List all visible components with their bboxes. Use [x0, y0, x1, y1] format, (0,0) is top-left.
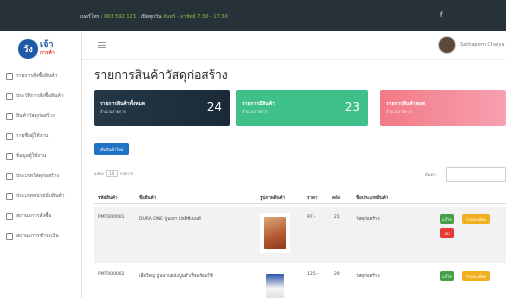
payment-icon [6, 232, 13, 240]
column-header-type[interactable]: ชื่อประเภทสินค้า [356, 194, 388, 201]
users-icon [6, 132, 13, 140]
hours-label: เปิดทุกวัน [140, 14, 162, 20]
product-name: เสือใหญ่ ปูนฉาบผนังปูนสำเร็จพร้อมใช้ [139, 274, 213, 279]
sidebar-item-label: ข้อมูลผู้ใช้งาน [16, 153, 47, 159]
sidebar-item-label: สถานะการชำระเงิน [16, 233, 59, 239]
card-subtitle: จำนวนรายการ [242, 109, 268, 114]
logo-mark: วัง [18, 39, 38, 59]
delete-button[interactable]: ลบ [440, 228, 454, 238]
sidebar-item-label: รายการสั่งซื้อสินค้า [16, 73, 58, 79]
summary-cards: รายการสินค้าทั้งหมด จำนวนรายการ 24 รายกา… [94, 90, 506, 126]
sidebar-item-label: สถานะการสั่งซื้อ [16, 213, 52, 219]
page-length-control: แสดง 10 รายการ [94, 170, 133, 177]
sidebar-item-units[interactable]: ประเภทหน่วยนับสินค้า [2, 186, 80, 206]
column-header-stock[interactable]: คลัง [332, 194, 340, 201]
product-price: 97.- [307, 215, 316, 220]
product-code: PMT000001 [98, 215, 125, 220]
phone-label: เบอร์โทร : [80, 14, 103, 20]
sidebar: วัง เจ้า การค้า รายการสั่งซื้อสินค้า ประ… [0, 31, 82, 298]
page-length-select[interactable]: 10 [105, 170, 118, 177]
user-icon [6, 152, 13, 160]
opening-hours: จันทร์ - อาทิตย์ 7:30 - 17:30 [162, 14, 228, 20]
contact-info: เบอร์โทร : 063 592 123 เปิดทุกวัน จันทร์… [80, 13, 228, 21]
sidebar-item-payment-status[interactable]: สถานะการชำระเงิน [2, 226, 80, 246]
card-title: รายการสินค้าทั้งหมด [100, 101, 146, 107]
cart-icon [6, 72, 13, 80]
product-stock: 21 [334, 215, 340, 220]
edit-button[interactable]: แก้ไข [440, 271, 454, 281]
facebook-icon[interactable]: f [440, 11, 442, 19]
product-type: วัสดุก่อสร้าง [356, 274, 380, 279]
sidebar-item-products[interactable]: สินค้าวัสดุก่อสร้าง [2, 106, 80, 126]
page-title: รายการสินค้าวัสดุก่อสร้าง [94, 68, 228, 82]
header-bar: Sathaporn Chaiya [82, 31, 506, 60]
logo[interactable]: วัง เจ้า การค้า [18, 37, 55, 61]
logo-word: เจ้า การค้า [40, 41, 55, 57]
avatar[interactable] [438, 36, 456, 54]
show-label: แสดง [94, 171, 104, 176]
column-header-image[interactable]: รูปภาพสินค้า [260, 194, 285, 201]
sidebar-item-label: ประเภทวัสดุก่อสร้าง [16, 173, 59, 179]
card-title: รายการมีสินค้า [242, 101, 275, 107]
detail-button[interactable]: รายละเอียด [462, 271, 490, 281]
table-row: PMT000002 เสือใหญ่ ปูนฉาบผนังปูนสำเร็จพร… [94, 264, 506, 298]
sidebar-menu: รายการสั่งซื้อสินค้า ประวัติการสั่งซื้อส… [2, 66, 80, 246]
sidebar-item-user-info[interactable]: ข้อมูลผู้ใช้งาน [2, 146, 80, 166]
sidebar-item-label: ประวัติการสั่งซื้อสินค้า [16, 93, 64, 99]
tools-icon [6, 112, 13, 120]
sidebar-item-order-status[interactable]: สถานะการสั่งซื้อ [2, 206, 80, 226]
card-subtitle: จำนวนรายการ [386, 109, 412, 114]
card-title: รายการสินค้าหมด [386, 101, 426, 107]
table-row: PMT000001 DURA ONE ปูนเทา ปกติซีเมนต์ 97… [94, 207, 506, 263]
category-icon [6, 172, 13, 180]
logo-sub: การค้า [40, 50, 55, 56]
plaster-bag-image [266, 274, 284, 298]
sidebar-item-label: สินค้าวัสดุก่อสร้าง [16, 113, 55, 119]
sidebar-item-label: ประเภทหน่วยนับสินค้า [16, 193, 65, 199]
table-header: รหัสสินค้า ชื่อสินค้า รูปภาพสินค้า ราคา … [94, 190, 506, 204]
card-value: 24 [206, 100, 222, 114]
product-code: PMT000002 [98, 272, 125, 277]
card-out-of-stock: รายการสินค้าหมด จำนวนรายการ [380, 90, 506, 126]
card-in-stock: รายการมีสินค้า จำนวนรายการ 23 [236, 90, 368, 126]
unit-icon [6, 192, 13, 200]
column-header-price[interactable]: ราคา [307, 194, 317, 201]
show-suffix: รายการ [119, 171, 134, 176]
detail-button[interactable]: รายละเอียด [462, 214, 490, 224]
card-subtitle: จำนวนรายการ [100, 109, 126, 114]
product-stock: 29 [334, 272, 340, 277]
phone-number: 063 592 123 [104, 14, 136, 20]
column-header-name[interactable]: ชื่อสินค้า [139, 194, 156, 201]
sidebar-item-orders[interactable]: รายการสั่งซื้อสินค้า [2, 66, 80, 86]
product-price: 125.- [307, 272, 319, 277]
sidebar-item-material-types[interactable]: ประเภทวัสดุก่อสร้าง [2, 166, 80, 186]
sidebar-item-order-history[interactable]: ประวัติการสั่งซื้อสินค้า [2, 86, 80, 106]
history-icon [6, 92, 13, 100]
search-input[interactable] [446, 167, 506, 182]
search-label: ค้นหา: [425, 172, 437, 177]
menu-toggle-icon[interactable] [98, 42, 106, 48]
product-image [260, 270, 290, 298]
username[interactable]: Sathaporn Chaiya [460, 42, 505, 48]
product-name: DURA ONE ปูนเทา ปกติซีเมนต์ [139, 217, 201, 222]
column-header-code[interactable]: รหัสสินค้า [98, 194, 118, 201]
card-total-products: รายการสินค้าทั้งหมด จำนวนรายการ 24 [94, 90, 230, 126]
add-product-button[interactable]: เพิ่มสินค้าใหม่ [94, 143, 129, 155]
product-type: วัสดุก่อสร้าง [356, 217, 380, 222]
product-image [260, 213, 290, 253]
sidebar-item-label: รายชื่อผู้ใช้งาน [16, 133, 49, 139]
card-value: 23 [344, 100, 360, 114]
cement-bag-image [264, 217, 286, 249]
top-info-bar: เบอร์โทร : 063 592 123 เปิดทุกวัน จันทร์… [0, 0, 506, 31]
edit-button[interactable]: แก้ไข [440, 214, 454, 224]
sidebar-item-user-list[interactable]: รายชื่อผู้ใช้งาน [2, 126, 80, 146]
status-icon [6, 212, 13, 220]
